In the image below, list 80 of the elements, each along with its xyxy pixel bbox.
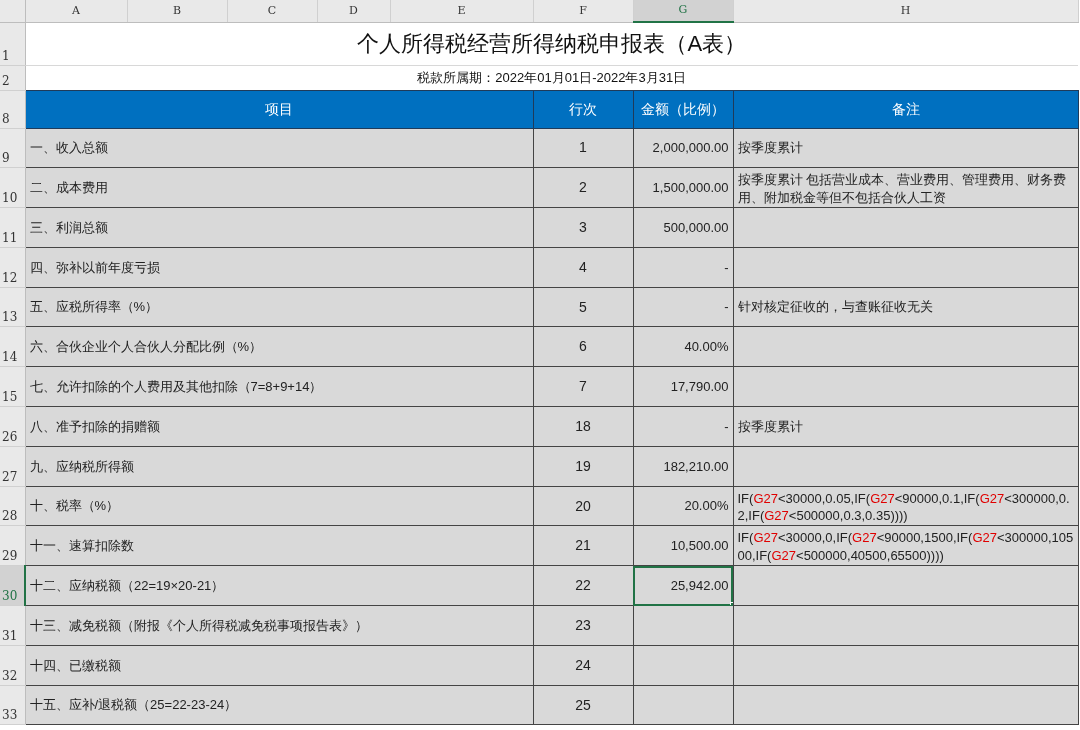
table-cell[interactable]: 18: [533, 406, 633, 447]
row-header[interactable]: 30: [0, 565, 25, 606]
table-cell[interactable]: 按季度累计: [733, 406, 1078, 447]
column-heading: 行次: [533, 90, 633, 128]
selected-cell[interactable]: 25,942.00: [633, 565, 733, 606]
table-cell[interactable]: 20.00%: [633, 486, 733, 526]
table-cell[interactable]: 按季度累计 包括营业成本、营业费用、管理费用、财务费用、附加税金等但不包括合伙人工资: [733, 167, 1078, 208]
row-header[interactable]: 31: [0, 605, 25, 646]
column-header[interactable]: H: [733, 0, 1078, 22]
table-cell[interactable]: 十四、已缴税额: [25, 645, 533, 686]
table-cell[interactable]: 八、准予扣除的捐赠额: [25, 406, 533, 447]
row-header[interactable]: 2: [0, 65, 25, 90]
row-header[interactable]: 14: [0, 327, 25, 367]
row-header[interactable]: 33: [0, 685, 25, 725]
table-cell[interactable]: 1,500,000.00: [633, 167, 733, 208]
column-heading: 备注: [733, 90, 1078, 128]
row-header[interactable]: 29: [0, 525, 25, 566]
table-cell[interactable]: 21: [533, 525, 633, 566]
table-cell[interactable]: 22: [533, 565, 633, 606]
table-cell[interactable]: 2: [533, 167, 633, 208]
column-header[interactable]: B: [127, 0, 227, 22]
table-cell[interactable]: 3: [533, 207, 633, 248]
row-header[interactable]: 28: [0, 486, 25, 526]
row-header[interactable]: 9: [0, 128, 25, 168]
sheet-title: 个人所得税经营所得纳税申报表（A表）: [25, 22, 1078, 65]
column-header[interactable]: E: [390, 0, 533, 22]
table-cell[interactable]: 5: [533, 287, 633, 327]
table-cell[interactable]: IF(G27<30000,0.05,IF(G27<90000,0.1,IF(G27<300000,0.2,IF(G27<500000,0.3,0.35)))): [733, 486, 1078, 526]
table-cell[interactable]: 六、合伙企业个人合伙人分配比例（%）: [25, 327, 533, 367]
column-header[interactable]: D: [317, 0, 390, 22]
table-cell[interactable]: 19: [533, 446, 633, 487]
table-cell[interactable]: 四、弥补以前年度亏损: [25, 247, 533, 288]
table-cell[interactable]: 1: [533, 128, 633, 168]
table-cell[interactable]: -: [633, 247, 733, 288]
table-cell[interactable]: 40.00%: [633, 327, 733, 367]
table-cell[interactable]: -: [633, 287, 733, 327]
column-header[interactable]: F: [533, 0, 633, 22]
row-header[interactable]: 10: [0, 167, 25, 208]
table-cell[interactable]: 500,000.00: [633, 207, 733, 248]
table-cell[interactable]: 十三、减免税额（附报《个人所得税减免税事项报告表》）: [25, 605, 533, 646]
row-header[interactable]: 27: [0, 446, 25, 487]
table-cell[interactable]: IF(G27<30000,0,IF(G27<90000,1500,IF(G27<300000,10500,IF(G27<500000,40500,65500)))): [733, 525, 1078, 566]
table-cell[interactable]: 十二、应纳税额（22=19×20-21）: [25, 565, 533, 606]
table-cell[interactable]: 十五、应补/退税额（25=22-23-24）: [25, 685, 533, 725]
row-header[interactable]: 32: [0, 645, 25, 686]
column-heading: 金额（比例）: [633, 90, 733, 128]
period-text: 税款所属期：2022年01月01日-2022年3月31日: [25, 65, 1078, 90]
row-header[interactable]: 1: [0, 22, 25, 65]
row-header[interactable]: 13: [0, 287, 25, 327]
table-cell[interactable]: 17,790.00: [633, 366, 733, 407]
table-cell[interactable]: 七、允许扣除的个人费用及其他扣除（7=8+9+14）: [25, 366, 533, 407]
table-cell[interactable]: 一、收入总额: [25, 128, 533, 168]
column-header[interactable]: A: [25, 0, 127, 22]
column-heading: 项目: [25, 90, 533, 128]
table-cell[interactable]: 二、成本费用: [25, 167, 533, 208]
table-cell[interactable]: 25: [533, 685, 633, 725]
column-header[interactable]: G: [633, 0, 733, 22]
column-header[interactable]: C: [227, 0, 317, 22]
table-cell[interactable]: 7: [533, 366, 633, 407]
table-cell[interactable]: 九、应纳税所得额: [25, 446, 533, 487]
table-cell[interactable]: 十一、速算扣除数: [25, 525, 533, 566]
table-cell[interactable]: 针对核定征收的，与查账征收无关: [733, 287, 1078, 327]
row-header[interactable]: 11: [0, 207, 25, 248]
table-cell[interactable]: 4: [533, 247, 633, 288]
row-header[interactable]: 12: [0, 247, 25, 288]
table-cell[interactable]: 6: [533, 327, 633, 367]
table-cell[interactable]: 十、税率（%）: [25, 486, 533, 526]
table-cell[interactable]: 五、应税所得率（%）: [25, 287, 533, 327]
row-header[interactable]: 15: [0, 366, 25, 407]
row-header[interactable]: 8: [0, 90, 25, 128]
table-cell[interactable]: 23: [533, 605, 633, 646]
table-cell[interactable]: 三、利润总额: [25, 207, 533, 248]
table-cell[interactable]: -: [633, 406, 733, 447]
table-cell[interactable]: 20: [533, 486, 633, 526]
table-cell[interactable]: 按季度累计: [733, 128, 1078, 168]
table-cell[interactable]: 2,000,000.00: [633, 128, 733, 168]
table-cell[interactable]: 182,210.00: [633, 446, 733, 487]
table-cell[interactable]: 24: [533, 645, 633, 686]
row-header[interactable]: 26: [0, 406, 25, 447]
table-cell[interactable]: 10,500.00: [633, 525, 733, 566]
